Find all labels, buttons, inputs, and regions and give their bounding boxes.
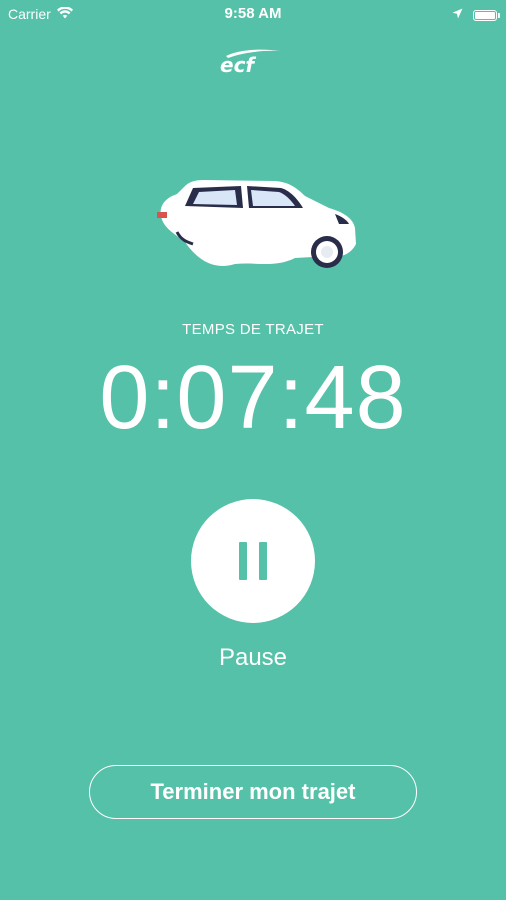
status-right [452,6,500,24]
car-illustration [155,178,361,279]
battery-icon [473,9,500,21]
location-arrow-icon [452,6,463,24]
ecf-logo: ecf [0,48,506,76]
pause-button[interactable] [191,499,315,623]
finish-trip-button[interactable]: Terminer mon trajet [89,765,417,819]
pause-icon [239,542,267,580]
trip-time-label: TEMPS DE TRAJET [182,321,324,338]
finish-trip-label: Terminer mon trajet [150,779,356,804]
status-bar: Carrier 9:58 AM [0,0,506,28]
logo-text: ecf [220,53,256,76]
pause-label: Pause [218,644,288,671]
ecf-logo-graphic: ecf [220,49,280,76]
status-time: 9:58 AM [224,5,282,22]
trip-timer: 0:07:48 [99,348,407,448]
